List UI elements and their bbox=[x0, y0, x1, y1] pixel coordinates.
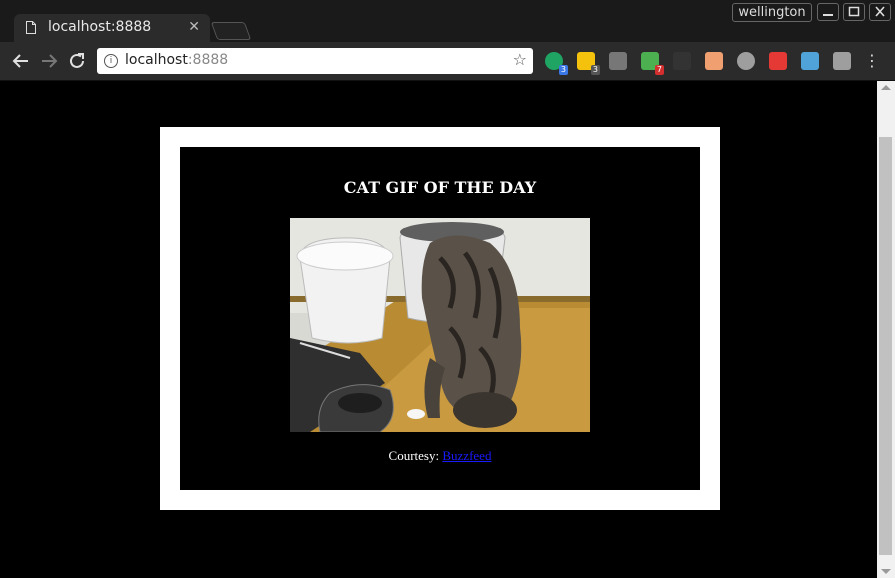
minimize-button[interactable] bbox=[817, 3, 839, 21]
scroll-down-arrow-icon[interactable] bbox=[881, 569, 891, 574]
back-button[interactable] bbox=[10, 50, 32, 72]
browser-tab[interactable]: localhost:8888 ✕ bbox=[14, 14, 210, 42]
close-window-button[interactable] bbox=[869, 3, 891, 21]
maximize-button[interactable] bbox=[843, 3, 865, 21]
new-tab-button[interactable] bbox=[210, 22, 252, 40]
close-icon bbox=[875, 6, 885, 17]
white-frame: CAT GIF OF THE DAY Courtesy: Buzzfeed bbox=[160, 127, 720, 510]
info-icon[interactable]: i bbox=[104, 54, 118, 68]
maximize-icon bbox=[848, 6, 860, 17]
dark-leaf-icon[interactable] bbox=[673, 52, 691, 70]
download-arrow-icon[interactable]: 7 bbox=[641, 52, 664, 75]
reload-button[interactable] bbox=[66, 50, 88, 72]
menu-icon[interactable]: ⋮ bbox=[864, 51, 880, 70]
browser-toolbar: i localhost:8888 ☆ 3 3 7 ⋮ bbox=[0, 42, 895, 81]
reload-icon bbox=[70, 53, 84, 68]
profile-name[interactable]: wellington bbox=[732, 3, 812, 22]
pocket-icon[interactable] bbox=[609, 52, 627, 70]
gray-square-icon[interactable] bbox=[833, 52, 851, 70]
skype-s-icon[interactable] bbox=[801, 52, 819, 70]
face-icon[interactable] bbox=[705, 52, 723, 70]
title-bar: localhost:8888 ✕ wellington bbox=[0, 0, 895, 42]
page-title: CAT GIF OF THE DAY bbox=[343, 178, 537, 197]
page-icon bbox=[26, 21, 36, 34]
page-viewport: CAT GIF OF THE DAY Courtesy: Buzzfeed bbox=[0, 81, 877, 578]
cat-gif-image bbox=[290, 218, 590, 432]
extension-badge: 7 bbox=[654, 65, 664, 75]
scroll-up-arrow-icon[interactable] bbox=[881, 85, 891, 90]
url-host: localhost bbox=[125, 52, 188, 68]
url-port: :8888 bbox=[187, 52, 229, 68]
back-arrow-icon bbox=[12, 54, 28, 68]
extension-badge: 3 bbox=[590, 65, 600, 75]
content-panel: CAT GIF OF THE DAY Courtesy: Buzzfeed bbox=[180, 147, 700, 490]
courtesy-label: Courtesy: bbox=[388, 448, 443, 463]
buzzfeed-link[interactable]: Buzzfeed bbox=[442, 448, 491, 463]
tab-title: localhost:8888 bbox=[48, 19, 152, 35]
minimize-icon bbox=[823, 14, 833, 16]
forward-button[interactable] bbox=[38, 50, 60, 72]
green-circle-icon[interactable]: 3 bbox=[545, 52, 568, 75]
red-cross-icon[interactable] bbox=[769, 52, 787, 70]
forward-arrow-icon bbox=[42, 54, 58, 68]
url-text: localhost:8888 bbox=[125, 52, 228, 68]
extension-badge: 3 bbox=[558, 65, 568, 75]
scroll-thumb[interactable] bbox=[879, 137, 892, 555]
yellow-note-icon[interactable]: 3 bbox=[577, 52, 600, 75]
m-circle-icon[interactable] bbox=[737, 52, 755, 70]
courtesy-line: Courtesy: Buzzfeed bbox=[180, 448, 700, 464]
bookmark-star-icon[interactable]: ☆ bbox=[513, 50, 527, 69]
address-bar[interactable]: i localhost:8888 ☆ bbox=[97, 48, 533, 74]
tab-close-icon[interactable]: ✕ bbox=[188, 19, 200, 35]
vertical-scrollbar[interactable] bbox=[877, 81, 895, 578]
